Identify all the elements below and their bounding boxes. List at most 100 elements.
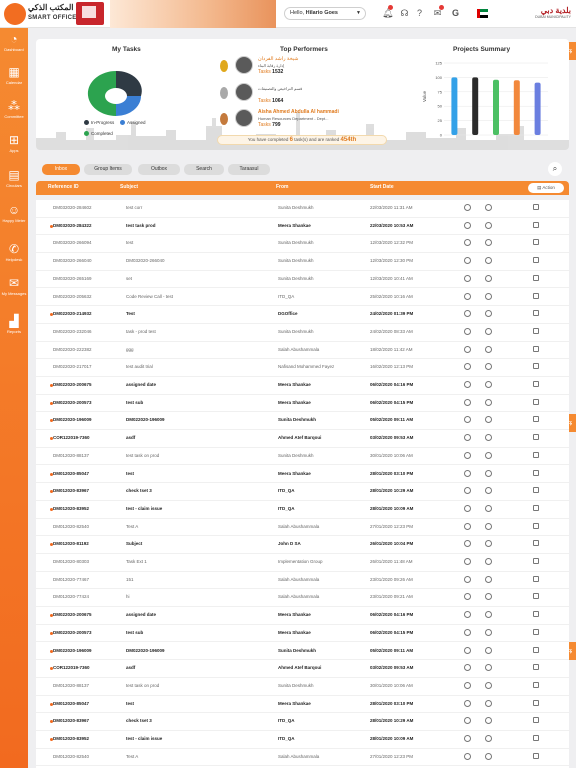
row-checkbox[interactable] — [533, 451, 539, 458]
details-icon[interactable] — [464, 257, 471, 265]
history-icon[interactable] — [485, 558, 492, 565]
history-icon[interactable] — [485, 522, 492, 530]
row-checkbox[interactable] — [533, 540, 539, 547]
table-row[interactable]: DM012020-88137 test task on prod Sunita De… — [36, 448, 569, 466]
row-checkbox[interactable] — [533, 717, 539, 724]
history-icon[interactable] — [485, 416, 492, 424]
details-icon[interactable] — [464, 681, 471, 689]
table-row[interactable]: DM022020-200675 assigned date Meera Shanka… — [36, 607, 569, 625]
table-row[interactable]: DM032020-265169 set Sunita Deshmukh 12/03/2… — [36, 271, 569, 289]
details-icon[interactable] — [464, 593, 471, 601]
details-icon[interactable] — [464, 416, 471, 424]
details-icon[interactable] — [464, 345, 471, 353]
tab-group-items[interactable]: Group Items — [84, 164, 132, 175]
tab-outbox[interactable]: Outbox — [138, 164, 180, 175]
details-icon[interactable] — [464, 628, 471, 636]
details-icon[interactable] — [464, 221, 471, 229]
history-icon[interactable] — [485, 292, 492, 300]
history-icon[interactable] — [485, 628, 492, 636]
details-icon[interactable] — [464, 204, 471, 211]
details-icon[interactable] — [464, 469, 471, 477]
history-icon[interactable] — [485, 699, 492, 707]
row-checkbox[interactable] — [533, 292, 539, 299]
row-checkbox[interactable] — [533, 752, 539, 759]
row-checkbox[interactable] — [533, 646, 539, 653]
table-row[interactable]: DM012020-80303 Task Ext 1 Implementation G… — [36, 554, 569, 572]
table-row[interactable]: DM012020-88137 test task on prod Sunita De… — [36, 678, 569, 696]
details-icon[interactable] — [464, 735, 471, 742]
my-tasks-donut-chart[interactable] — [80, 63, 152, 123]
row-checkbox[interactable] — [533, 469, 539, 476]
performer-card[interactable]: قسم التراخيص والتصنيفات Tasks 1064 — [220, 83, 370, 107]
history-icon[interactable] — [485, 664, 492, 672]
details-icon[interactable] — [464, 327, 471, 335]
details-icon[interactable] — [464, 752, 471, 760]
performer-card[interactable]: Aisha Ahmed Abdulla Al hammadi Human Res… — [220, 109, 370, 133]
details-icon[interactable] — [464, 558, 471, 565]
bar[interactable] — [534, 82, 541, 135]
table-row[interactable]: DM022020-232046 task - prod test Sunita De… — [36, 324, 569, 342]
tab-taraasul[interactable]: Taraasul — [228, 164, 270, 175]
history-icon[interactable] — [485, 681, 492, 689]
table-row[interactable]: DM022020-214932 Test DGOffice 24/02/2020 01… — [36, 306, 569, 324]
row-checkbox[interactable] — [533, 434, 539, 441]
user-menu[interactable]: Hello, Hilario Goes ▼ — [284, 7, 366, 20]
bar[interactable] — [513, 80, 520, 135]
row-checkbox[interactable] — [533, 664, 539, 671]
bar[interactable] — [472, 77, 479, 135]
history-icon[interactable] — [485, 434, 492, 442]
sidebar-item-calendar[interactable]: ▦ Calendar — [0, 65, 28, 95]
bar[interactable] — [451, 77, 458, 135]
table-row[interactable]: DM012020-82540 Test A Salah Abushammala 27/… — [36, 749, 569, 767]
table-row[interactable]: DM012020-77424 hi Salah Abushammala 23/01/2… — [36, 589, 569, 608]
history-icon[interactable] — [485, 646, 492, 654]
bar[interactable] — [493, 79, 499, 135]
sidebar-item-circulars[interactable]: ▤ Circulars — [0, 168, 28, 198]
table-row[interactable]: DM022020-196009 DM022020-196009 Sunita Des… — [36, 412, 569, 431]
projects-summary-chart[interactable]: Value 0 25 50 75 100 125 — [422, 53, 552, 143]
table-row[interactable]: DM012020-83967 check tset 3 ITD_QA 28/01/20… — [36, 713, 569, 731]
row-checkbox[interactable] — [533, 363, 539, 370]
table-row[interactable]: DM012020-85047 test Meera Shankae 28/01/202… — [36, 466, 569, 484]
details-icon[interactable] — [464, 699, 471, 707]
history-icon[interactable] — [485, 735, 492, 742]
table-row[interactable]: DM022020-200573 test sub Meera Shankae 06/0… — [36, 395, 569, 413]
tab-inbox[interactable]: Inbox — [42, 164, 80, 175]
google-icon[interactable]: G — [450, 8, 461, 19]
table-row[interactable]: DM012020-83967 check tset 3 ITD_QA 28/01/20… — [36, 483, 569, 501]
history-icon[interactable] — [485, 611, 492, 619]
row-checkbox[interactable] — [533, 204, 539, 210]
header-from[interactable]: From — [276, 184, 289, 190]
sidebar-item-apps[interactable]: ⊞ Apps — [0, 133, 28, 163]
row-checkbox[interactable] — [533, 681, 539, 688]
details-icon[interactable] — [464, 664, 471, 672]
row-checkbox[interactable] — [533, 239, 539, 246]
table-row[interactable]: DM022020-200675 assigned date Meera Shanka… — [36, 377, 569, 395]
row-checkbox[interactable] — [533, 628, 539, 635]
table-row[interactable]: DM022020-200573 test sub Meera Shankae 06/0… — [36, 625, 569, 643]
table-row[interactable]: DM012020-81192 Subject John D SA 26/01/2020… — [36, 536, 569, 554]
details-icon[interactable] — [464, 310, 471, 318]
table-row[interactable]: DM012020-83952 test - claim issue ITD_QA 28… — [36, 501, 569, 519]
row-checkbox[interactable] — [533, 611, 539, 618]
user-profile-icon[interactable] — [4, 3, 26, 25]
search-icon[interactable]: ⌕ — [548, 162, 562, 176]
details-icon[interactable] — [464, 717, 471, 725]
history-icon[interactable] — [485, 381, 492, 388]
details-icon[interactable] — [464, 504, 471, 512]
uae-flag-icon[interactable] — [477, 9, 488, 18]
row-checkbox[interactable] — [533, 575, 539, 582]
history-icon[interactable] — [485, 487, 492, 495]
sidebar-item-happy-meter[interactable]: ☺ Happy Meter — [0, 203, 28, 233]
history-icon[interactable] — [485, 540, 492, 548]
row-checkbox[interactable] — [533, 593, 539, 600]
row-checkbox[interactable] — [533, 221, 539, 228]
history-icon[interactable] — [485, 274, 492, 282]
sidebar-item-my-messages[interactable]: ✉ My Messages — [0, 276, 28, 306]
table-row[interactable]: DM032020-284602 test corr Sunita Deshmukh 2… — [36, 200, 569, 218]
details-icon[interactable] — [464, 381, 471, 388]
details-icon[interactable] — [464, 434, 471, 442]
sidebar-item-reports[interactable]: ▟ Reports — [0, 314, 28, 344]
row-checkbox[interactable] — [533, 327, 539, 334]
header-subject[interactable]: Subject — [120, 184, 138, 190]
